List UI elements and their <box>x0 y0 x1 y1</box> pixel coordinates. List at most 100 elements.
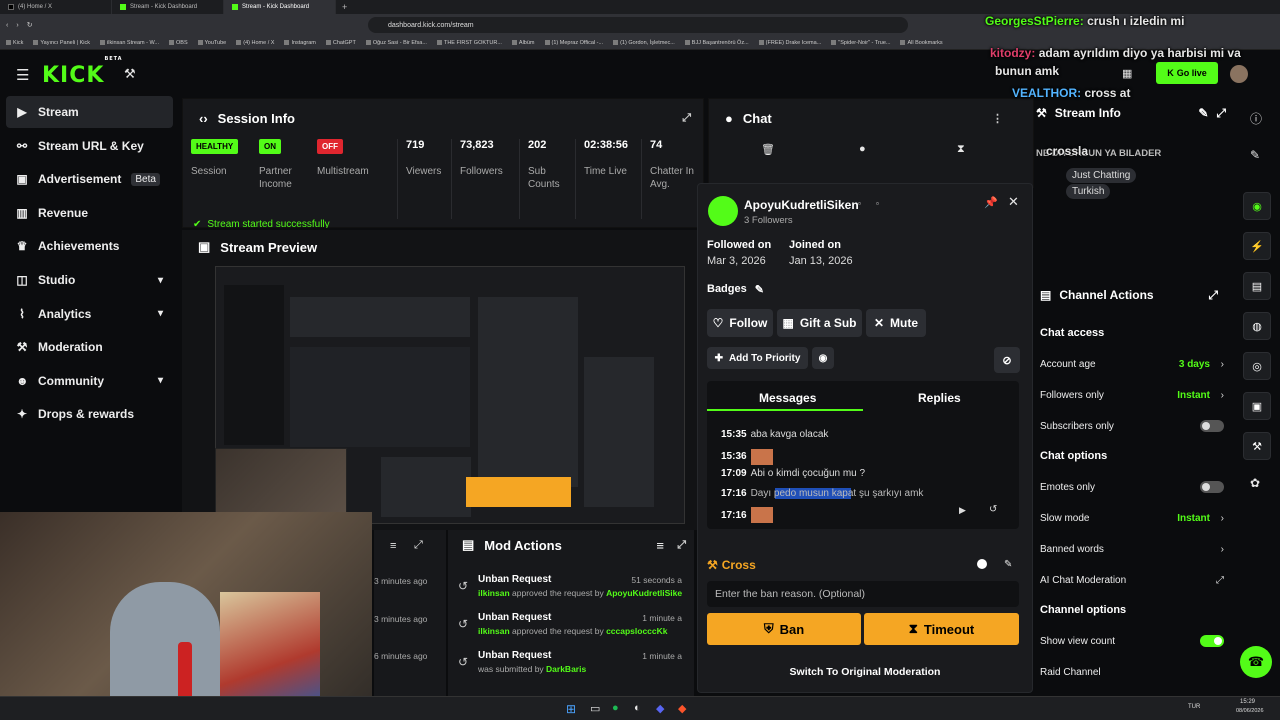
pencil-icon[interactable]: ✎ <box>1004 559 1012 570</box>
brave-icon[interactable]: ◆ <box>678 702 686 715</box>
bookmark-item[interactable]: Albüm <box>511 40 535 46</box>
bookmark-item[interactable]: "Spider-Noir" - True... <box>831 40 890 46</box>
bookmark-item[interactable]: OBS <box>169 40 188 46</box>
steam-icon[interactable]: ◐ <box>634 702 641 714</box>
windows-start-icon[interactable]: ⊞ <box>566 702 576 716</box>
bookmark-item[interactable]: Instagram <box>284 40 316 46</box>
filter-icon[interactable]: ≡ <box>656 538 664 553</box>
bookmark-item[interactable]: (1) Gordon, İşletmec... <box>613 40 675 46</box>
ban-reason-input[interactable]: Enter the ban reason. (Optional) <box>707 581 1019 607</box>
browser-tab[interactable]: (4) Home / X <box>0 0 112 14</box>
username[interactable]: ApoyuKudretliSiken <box>744 198 859 212</box>
wrench-button[interactable]: ⚒ <box>1243 432 1271 460</box>
sidebar-item-moderation[interactable]: ⚒ Moderation <box>6 331 173 363</box>
broadcast-button[interactable]: ◎ <box>1243 352 1271 380</box>
expand-icon[interactable]: ⤢ <box>682 112 691 125</box>
bookmark-item[interactable]: Kick <box>6 40 23 46</box>
channel-action-show-view-count[interactable]: Show view count <box>1040 628 1224 654</box>
sidebar-item-stream-url-key[interactable]: ⚯ Stream URL & Key <box>6 130 173 162</box>
sidebar-item-drops-rewards[interactable]: ✦ Drops & rewards <box>6 398 173 430</box>
sidebar-item-stream[interactable]: ▶ Stream <box>6 96 173 128</box>
info-icon[interactable]: ⓘ <box>1250 110 1262 127</box>
hamburger-icon[interactable]: ☰ <box>16 66 29 84</box>
follow-button[interactable]: ♡ Follow <box>707 309 773 337</box>
message-icon[interactable]: ● <box>859 143 866 155</box>
ban-button[interactable]: ⛨ Ban <box>707 613 861 645</box>
target-name[interactable]: DarkBaris <box>546 664 586 674</box>
more-icon[interactable]: ⋮ <box>992 112 1003 125</box>
bookmark-item[interactable]: All Bookmarks <box>900 40 943 46</box>
tag[interactable]: Just Chatting <box>1066 168 1137 183</box>
bookmark-item[interactable]: ilkinsan Stream - W... <box>100 40 159 46</box>
url-bar[interactable]: dashboard.kick.com/stream <box>368 17 908 33</box>
forward-icon[interactable]: › <box>16 22 18 29</box>
chat-message[interactable]: 17:16 <box>721 507 773 523</box>
block-button[interactable]: ⊘ <box>994 347 1020 373</box>
hourglass-icon[interactable]: ⧗ <box>957 143 965 156</box>
pencil-icon[interactable]: ✎ <box>755 283 764 296</box>
gift-icon[interactable]: ▦ <box>1122 67 1132 80</box>
expand-icon[interactable]: ⤢ <box>414 539 423 552</box>
new-tab-icon[interactable]: + <box>342 2 347 12</box>
bookmark-item[interactable]: Yayıncı Paneli | Kick <box>33 40 90 46</box>
sidebar-item-revenue[interactable]: ▥ Revenue <box>6 197 173 229</box>
channel-action-account-age[interactable]: Account age 3 days › <box>1040 351 1224 377</box>
add-priority-button[interactable]: ✚ Add To Priority <box>707 347 808 369</box>
expand-icon[interactable]: ⤢ <box>1216 106 1226 126</box>
discord-icon[interactable]: ◆ <box>656 702 664 715</box>
support-button[interactable]: ☎ <box>1240 646 1272 678</box>
channel-action-raid[interactable]: Raid Channel <box>1040 659 1224 685</box>
channel-action-banned-words[interactable]: Banned words › <box>1040 536 1224 562</box>
channel-action-slow-mode[interactable]: Slow mode Instant › <box>1040 505 1224 531</box>
bookmark-item[interactable]: THE FIRST GOKTUR... <box>436 40 502 46</box>
target-name[interactable]: cccapslocccKk <box>606 626 667 636</box>
mod-action-row[interactable]: ↺ Unban Request 1 minute a ilkinsan approve… <box>458 612 694 648</box>
extension-icon[interactable]: ✿ <box>1250 476 1260 490</box>
bookmark-item[interactable]: (4) Home / X <box>236 40 274 46</box>
sidebar-item-studio[interactable]: ◫ Studio ▾ <box>6 264 173 296</box>
spotify-icon[interactable]: ● <box>612 702 619 714</box>
close-icon[interactable]: ✕ <box>1008 194 1019 210</box>
chat-message[interactable]: 15:35 aba kavga olacak <box>721 429 828 440</box>
channel-action-ai-mod[interactable]: AI Chat Moderation ⤢ <box>1040 567 1224 593</box>
sidebar-item-analytics[interactable]: ⌇ Analytics ▾ <box>6 298 173 330</box>
channel-action-followers-only[interactable]: Followers only Instant › <box>1040 382 1224 408</box>
pencil-icon[interactable]: ✎ <box>1198 106 1208 126</box>
tools-button[interactable]: ▣ <box>1243 392 1271 420</box>
moderator-name[interactable]: ilkinsan <box>478 588 510 598</box>
channel-action-emotes-only[interactable]: Emotes only <box>1040 474 1224 500</box>
tag[interactable]: Turkish <box>1066 184 1111 199</box>
sidebar-item-advertisement[interactable]: ▣ Advertisement Beta <box>6 163 173 195</box>
expand-icon[interactable]: ⤢ <box>677 539 686 552</box>
go-live-button[interactable]: K Go live <box>1156 62 1218 84</box>
chevron-down-icon[interactable]: ▾ <box>158 375 163 386</box>
target-name[interactable]: ApoyuKudretliSike <box>606 588 682 598</box>
undo-icon[interactable]: ↺ <box>989 504 997 515</box>
tab-replies[interactable]: Replies <box>918 391 961 405</box>
pin-icon[interactable]: 📌 <box>984 196 998 209</box>
eye-button[interactable]: ◉ <box>812 347 834 369</box>
pencil-icon[interactable]: ✎ <box>1250 148 1260 162</box>
external-icon[interactable]: ▫ <box>876 199 879 208</box>
document-button[interactable]: ▤ <box>1243 272 1271 300</box>
chevron-down-icon[interactable]: ▾ <box>158 308 163 319</box>
bookmark-item[interactable]: YouTube <box>197 40 226 46</box>
copy-icon[interactable]: ▫ <box>858 199 861 208</box>
toggle-switch[interactable] <box>1200 635 1224 647</box>
lightning-button[interactable]: ⚡ <box>1243 232 1271 260</box>
trash-icon[interactable]: 🗑 <box>761 143 775 156</box>
chevron-down-icon[interactable]: ▾ <box>158 275 163 286</box>
avatar[interactable] <box>1230 65 1248 83</box>
mute-button[interactable]: ✕ Mute <box>866 309 926 337</box>
back-icon[interactable]: ‹ <box>6 22 8 29</box>
clock[interactable]: 15:29 <box>1240 699 1255 705</box>
tab-messages[interactable]: Messages <box>759 391 816 405</box>
camera-button[interactable]: ◉ <box>1243 192 1271 220</box>
sidebar-item-achievements[interactable]: ♛ Achievements <box>6 230 173 262</box>
kick-logo[interactable]: KICKBETA <box>42 56 123 88</box>
bookmark-item[interactable]: Oğuz Sasi - Bir Efsa... <box>365 40 427 46</box>
mod-action-row[interactable]: ↺ Unban Request 1 minute a was submitted by… <box>458 650 694 686</box>
play-icon[interactable]: ▶ <box>959 505 966 516</box>
chat-message[interactable]: 17:16 Dayı pedo musun kapat şu şarkıyı am… <box>721 487 924 499</box>
switch-moderation-button[interactable]: Switch To Original Moderation <box>698 666 1032 678</box>
